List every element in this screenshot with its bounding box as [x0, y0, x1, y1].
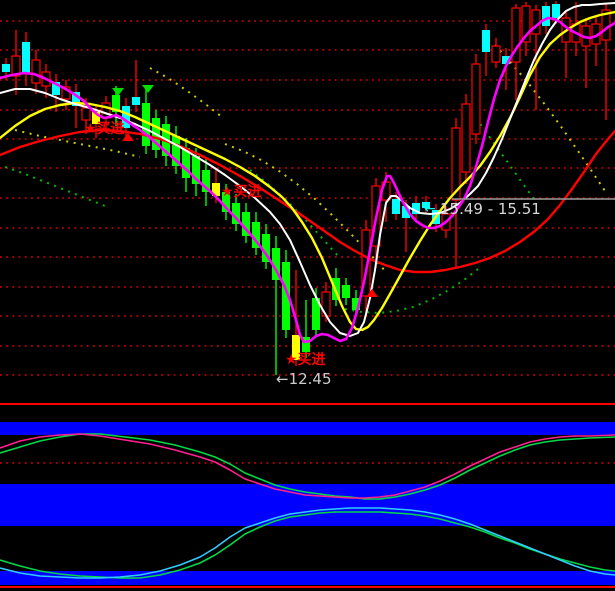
oscillator-panel[interactable]	[0, 395, 615, 591]
trading-chart-window: ★买进★买进★买进←12.45←15.49 - 15.51	[0, 0, 615, 591]
main-price-panel[interactable]	[0, 0, 615, 395]
